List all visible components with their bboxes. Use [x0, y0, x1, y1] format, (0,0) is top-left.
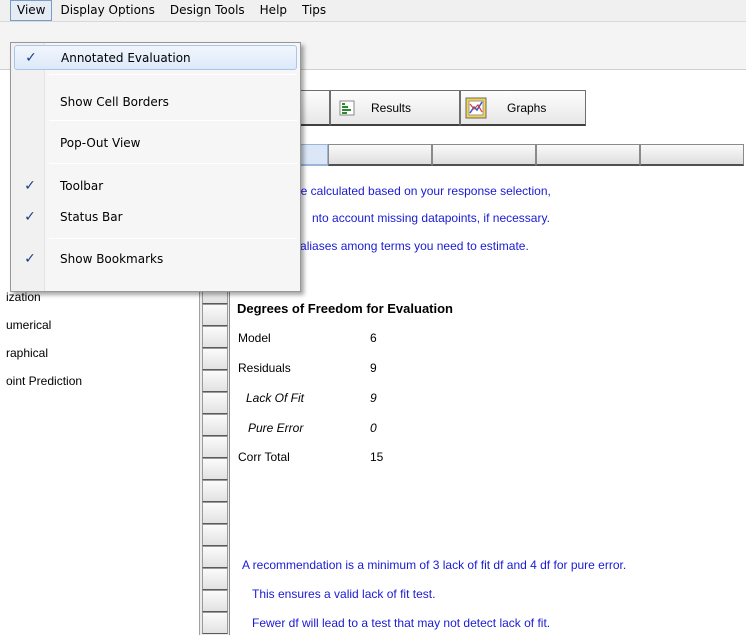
evaluation-report: are calculated based on your response se…: [232, 166, 746, 635]
checkmark-icon: ✓: [24, 208, 36, 225]
df-label: Model: [238, 331, 271, 345]
checkmark-icon: ✓: [24, 177, 36, 194]
menu-separator: [49, 120, 297, 121]
tab-graphs[interactable]: Graphs: [460, 90, 586, 126]
recommendation-line: Fewer df will lead to a test that may no…: [252, 616, 551, 630]
tab-results[interactable]: Results: [330, 90, 460, 126]
menu-separator: [49, 74, 297, 75]
menu-item-show-bookmarks[interactable]: ✓ Show Bookmarks: [14, 246, 297, 271]
row-header[interactable]: [202, 612, 228, 634]
row-header[interactable]: [202, 348, 228, 370]
tree-item-numerical[interactable]: umerical: [6, 318, 51, 332]
column-header[interactable]: [432, 144, 536, 166]
row-header[interactable]: [202, 480, 228, 502]
menu-item-status-bar[interactable]: ✓ Status Bar: [14, 204, 297, 229]
recommendation-line: This ensures a valid lack of fit test.: [252, 587, 436, 601]
row-header[interactable]: [202, 458, 228, 480]
menu-design-tools[interactable]: Design Tools: [163, 0, 252, 21]
column-header[interactable]: [640, 144, 744, 166]
menu-display-options[interactable]: Display Options: [53, 0, 161, 21]
df-heading: Degrees of Freedom for Evaluation: [237, 301, 453, 316]
row-header[interactable]: [202, 524, 228, 546]
row-header[interactable]: [202, 436, 228, 458]
menu-item-annotated-evaluation[interactable]: ✓ Annotated Evaluation: [14, 45, 297, 70]
tree-item-graphical[interactable]: raphical: [6, 346, 48, 360]
intro-line: are calculated based on your response se…: [290, 184, 551, 198]
tab-results-label: Results: [371, 100, 412, 115]
df-label: Pure Error: [248, 421, 304, 435]
row-header[interactable]: [202, 590, 228, 612]
row-header[interactable]: [202, 304, 228, 326]
menu-item-pop-out-view[interactable]: Pop-Out View: [14, 130, 297, 155]
tree-item-optimization[interactable]: ization: [6, 290, 41, 304]
row-header[interactable]: [202, 326, 228, 348]
menu-separator: [49, 163, 297, 164]
df-value: 9: [370, 361, 377, 375]
tab-annotated[interactable]: [296, 90, 330, 126]
menu-item-show-cell-borders[interactable]: Show Cell Borders: [14, 89, 297, 114]
df-value: 9: [370, 391, 377, 405]
df-label: Residuals: [238, 361, 291, 375]
menu-separator: [49, 238, 297, 239]
row-header[interactable]: [202, 370, 228, 392]
column-header[interactable]: [328, 144, 432, 166]
df-value: 15: [370, 450, 384, 464]
row-header[interactable]: [202, 546, 228, 568]
menu-view[interactable]: View: [10, 0, 53, 21]
df-label: Lack Of Fit: [246, 391, 305, 405]
recommendation-line: A recommendation is a minimum of 3 lack …: [242, 558, 627, 572]
menu-tips[interactable]: Tips: [295, 0, 333, 21]
column-header[interactable]: [536, 144, 640, 166]
intro-line: nto account missing datapoints, if neces…: [312, 211, 550, 225]
checkmark-icon: ✓: [24, 250, 36, 267]
view-menu-dropdown: ✓ Annotated Evaluation Show Cell Borders…: [10, 42, 301, 292]
graphs-chart-icon: [465, 97, 487, 118]
tab-graphs-label: Graphs: [507, 100, 547, 115]
df-value: 0: [370, 421, 377, 435]
row-header[interactable]: [202, 414, 228, 436]
row-header[interactable]: [202, 392, 228, 414]
df-label: Corr Total: [238, 450, 290, 464]
df-value: 6: [370, 331, 377, 345]
tree-item-point-prediction[interactable]: oint Prediction: [6, 374, 82, 388]
row-header[interactable]: [202, 568, 228, 590]
checkmark-icon: ✓: [25, 49, 37, 66]
menu-item-toolbar[interactable]: ✓ Toolbar: [14, 173, 297, 198]
row-header[interactable]: [202, 502, 228, 524]
menu-help[interactable]: Help: [253, 0, 294, 21]
results-sheet-icon: [339, 100, 355, 115]
menu-bar: View Display Options Design Tools Help T…: [0, 0, 746, 22]
